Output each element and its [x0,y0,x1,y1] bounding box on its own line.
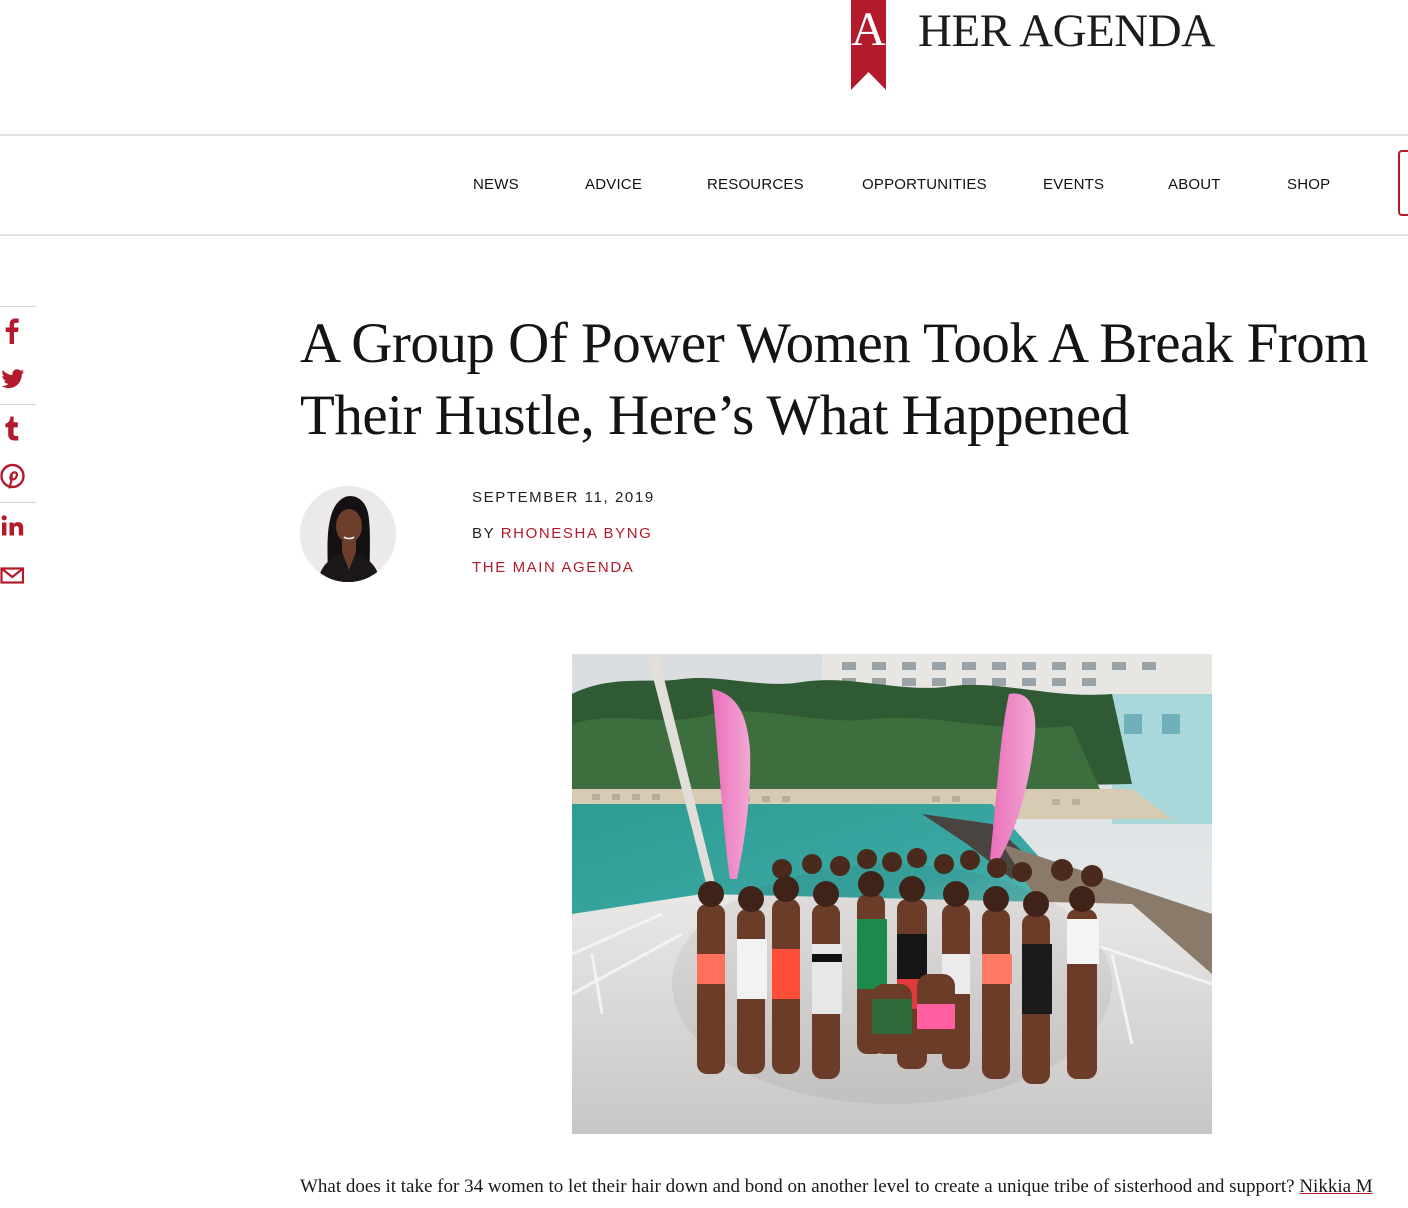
tumblr-icon [5,416,19,441]
nav-item-news[interactable]: NEWS [473,176,519,193]
article-byline: BY RHONESHA BYNG [472,525,652,542]
share-divider [0,306,36,307]
nav-item-opportunities[interactable]: OPPORTUNITIES [862,176,987,193]
linkedin-share-button[interactable] [0,510,36,550]
article-title: A Group Of Power Women Took A Break From… [300,312,1369,447]
nav-item-advice[interactable]: ADVICE [585,176,642,193]
author-link[interactable]: RHONESHA BYNG [501,525,653,542]
facebook-icon [5,318,19,344]
article-body-intro: What does it take for 34 women to let th… [300,1176,1373,1198]
main-navigation: NEWS ADVICE RESOURCES OPPORTUNITIES EVEN… [0,134,1408,236]
logo-ribbon-icon[interactable]: A [851,0,886,90]
facebook-share-button[interactable] [0,314,36,354]
category-link[interactable]: THE MAIN AGENDA [472,559,634,576]
pinterest-share-button[interactable] [0,460,36,500]
nav-item-shop[interactable]: SHOP [1287,176,1330,193]
hero-image [572,654,1212,1134]
twitter-icon [1,369,25,389]
twitter-share-button[interactable] [0,362,36,402]
author-avatar[interactable] [300,486,396,582]
nav-item-events[interactable]: EVENTS [1043,176,1104,193]
email-share-button[interactable] [0,558,36,598]
linkedin-icon [1,515,24,536]
body-inline-link[interactable]: Nikkia M [1299,1176,1372,1197]
byline-prefix: BY [472,525,495,542]
share-divider [0,502,36,503]
nav-item-resources[interactable]: RESOURCES [707,176,804,193]
body-intro-text: What does it take for 34 women to let th… [300,1176,1300,1197]
subscribe-button-edge[interactable] [1398,150,1408,216]
nav-item-about[interactable]: ABOUT [1168,176,1221,193]
pinterest-icon [0,463,25,489]
logo-letter: A [851,3,886,56]
share-divider [0,404,36,405]
email-icon [0,567,25,584]
site-logo-text[interactable]: HER AGENDA [918,4,1215,58]
article-date: SEPTEMBER 11, 2019 [472,489,655,506]
tumblr-share-button[interactable] [0,412,36,452]
